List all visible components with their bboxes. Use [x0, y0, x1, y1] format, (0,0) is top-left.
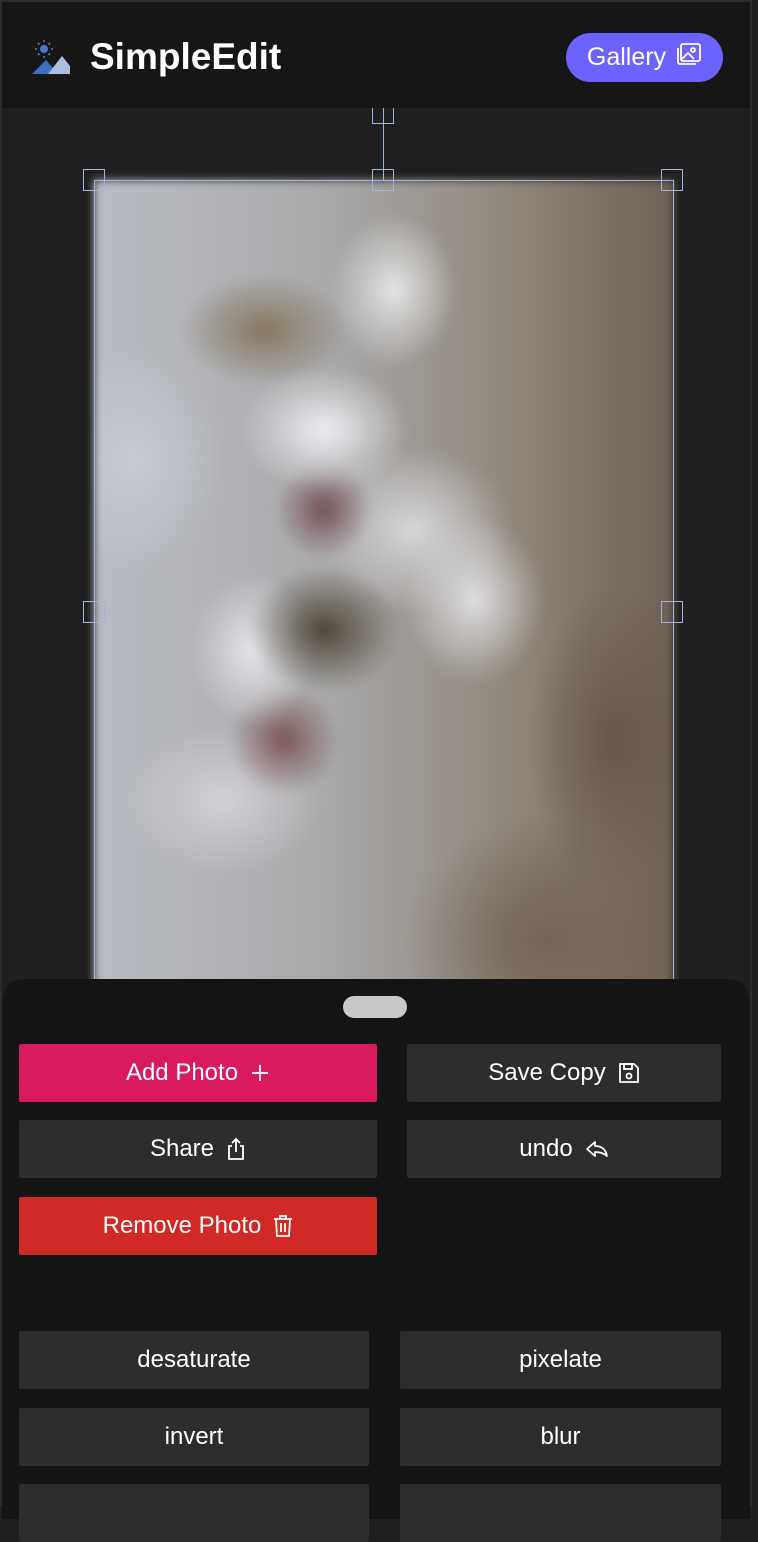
- save-copy-button[interactable]: Save Copy: [407, 1044, 721, 1102]
- undo-button[interactable]: undo: [407, 1120, 721, 1178]
- plus-icon: [250, 1063, 270, 1083]
- resize-handle-top-left[interactable]: [83, 169, 105, 191]
- gallery-button[interactable]: Gallery: [566, 33, 723, 82]
- rotate-handle[interactable]: [372, 108, 394, 124]
- gallery-icon: [676, 42, 702, 73]
- trash-icon: [273, 1214, 293, 1238]
- remove-photo-button[interactable]: Remove Photo: [19, 1197, 377, 1255]
- share-button[interactable]: Share: [19, 1120, 377, 1178]
- filter-button-partial[interactable]: [19, 1484, 369, 1542]
- app-title: SimpleEdit: [90, 36, 282, 77]
- remove-photo-label: Remove Photo: [102, 1212, 262, 1239]
- resize-handle-right[interactable]: [661, 601, 683, 623]
- filter-blur-button[interactable]: blur: [400, 1408, 721, 1466]
- editor-canvas[interactable]: [2, 108, 750, 988]
- filter-label: pixelate: [519, 1346, 602, 1373]
- add-photo-label: Add Photo: [125, 1059, 239, 1086]
- filter-pixelate-button[interactable]: pixelate: [400, 1331, 721, 1389]
- gallery-button-label: Gallery: [586, 43, 667, 71]
- filter-label: invert: [164, 1423, 224, 1450]
- filter-desaturate-button[interactable]: desaturate: [19, 1331, 369, 1389]
- filter-label: blur: [540, 1423, 581, 1450]
- app-header: SimpleEdit Gallery: [2, 2, 750, 108]
- add-photo-button[interactable]: Add Photo: [19, 1044, 377, 1102]
- resize-handle-top-right[interactable]: [661, 169, 683, 191]
- selection-box: [94, 180, 674, 988]
- resize-handle-top[interactable]: [372, 169, 394, 191]
- share-icon: [226, 1137, 246, 1161]
- resize-handle-left[interactable]: [83, 601, 105, 623]
- undo-label: undo: [519, 1135, 573, 1162]
- undo-icon: [585, 1139, 609, 1159]
- filter-invert-button[interactable]: invert: [19, 1408, 369, 1466]
- save-icon: [618, 1061, 640, 1085]
- filter-label: desaturate: [137, 1346, 251, 1373]
- filter-button-partial[interactable]: [400, 1484, 721, 1542]
- tools-sheet: Add Photo Save Copy Share undo Remove Ph…: [2, 979, 750, 1542]
- share-label: Share: [149, 1135, 215, 1162]
- save-copy-label: Save Copy: [488, 1059, 606, 1086]
- app-logo-icon: [30, 38, 72, 78]
- sheet-grabber[interactable]: [343, 996, 407, 1018]
